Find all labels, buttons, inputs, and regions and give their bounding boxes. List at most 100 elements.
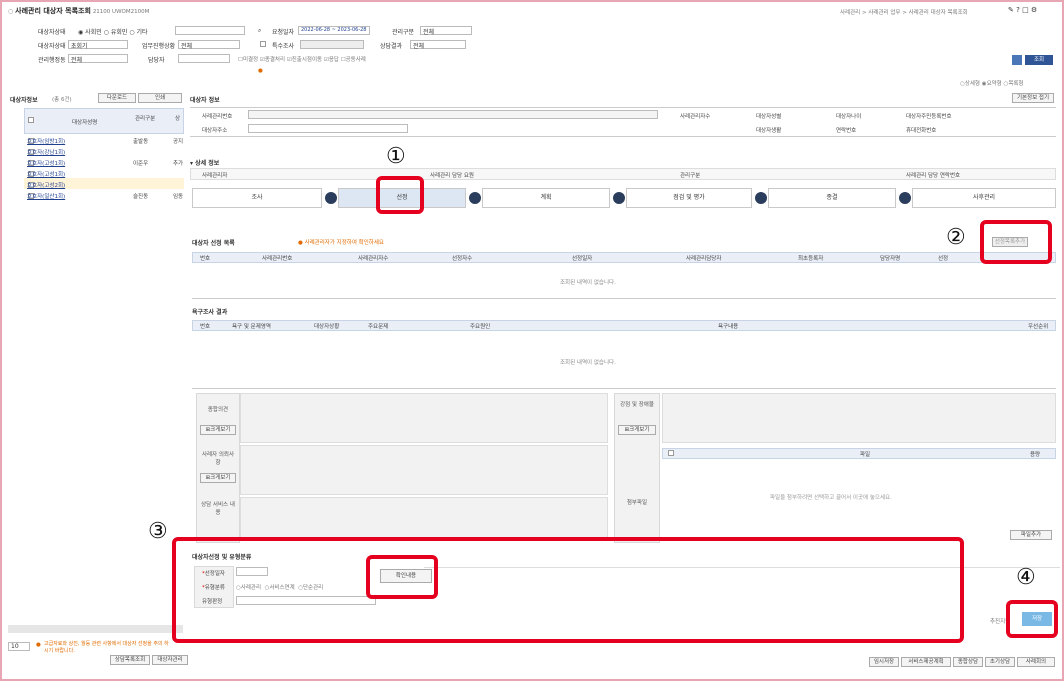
field-label: 대상자주민등록번호	[906, 114, 952, 120]
field-label: 대상자성별	[756, 114, 782, 120]
expand-icon[interactable]: ▾	[190, 160, 193, 167]
org-select[interactable]: 전체	[178, 40, 240, 50]
fold-info-button[interactable]: 기본정보 접기	[1012, 93, 1054, 103]
selection-notice: ● 사례관리자가 지정하여 확인하세요	[298, 240, 384, 246]
excel-download-button[interactable]: 다운로드	[98, 93, 136, 103]
callout-number-3: ③	[148, 519, 168, 544]
selection-empty: 조회된 내역이 없습니다.	[560, 280, 616, 286]
step-plan[interactable]: 계획	[482, 188, 610, 208]
manage-type-label: 관리구분	[392, 29, 415, 36]
sub-field-label: 관리구분	[680, 173, 701, 179]
window-code: 21100 UWOM2100M	[92, 9, 150, 15]
help-icon[interactable]: ?	[1016, 6, 1020, 14]
region-select[interactable]	[300, 40, 364, 49]
radio-icon[interactable]: ◉	[78, 29, 83, 36]
step-survey[interactable]: 조사	[192, 188, 322, 208]
expand-button[interactable]: ⊞크게보기	[200, 425, 236, 435]
table-row[interactable]: 호호자(고성2회)	[27, 181, 65, 189]
service-textarea[interactable]	[240, 497, 608, 539]
consult-select[interactable]: 전체	[410, 40, 466, 50]
col-type[interactable]: 관리구분	[135, 114, 155, 122]
left-table-header	[24, 108, 184, 134]
case-meeting-button[interactable]: 사례회의	[1017, 657, 1055, 667]
callout-number-1: ①	[386, 144, 406, 169]
row-status: 공지	[173, 139, 184, 145]
expand-button[interactable]: ⊞크게보기	[200, 473, 236, 483]
table-row[interactable]: 호호자(고성1회)	[27, 170, 65, 178]
field-label: 사례관리자수	[680, 114, 711, 120]
expand-label: 크게보기	[210, 427, 231, 433]
expand-label: 크게보기	[629, 427, 650, 433]
check-label-1: 미결정	[242, 57, 259, 63]
page-size-select[interactable]: 10	[8, 642, 30, 651]
pin-icon[interactable]: ✎	[1008, 6, 1014, 14]
request-textarea[interactable]	[240, 445, 608, 495]
callout-number-2: ②	[946, 225, 966, 250]
step-connector-icon	[899, 192, 911, 204]
col-status[interactable]: 상	[175, 114, 180, 122]
temp-save-button[interactable]: 임시저장	[869, 657, 899, 667]
form-label: 종합의견	[207, 407, 229, 413]
view-mode-radios: ○상세형 ◉요약형 ○목록형	[960, 79, 1024, 87]
add-file-button[interactable]: 파일추가	[1010, 530, 1052, 540]
attach-hint: 파일을 첨부하려면 선택하고 끌어서 이곳에 놓으세요.	[770, 495, 892, 501]
table-row[interactable]: 호호자(일산1회)	[27, 192, 65, 200]
print-button[interactable]: 인쇄	[138, 93, 182, 103]
crumb-3[interactable]: 사례관리 대상자 목록조회	[909, 10, 968, 16]
settings-icon[interactable]: ⚙	[1031, 6, 1037, 14]
col-header: 사례관리자수	[358, 256, 389, 262]
consult-list-button[interactable]: 상담목록조회	[110, 655, 150, 665]
sub-title-text: 상세 정보	[195, 160, 220, 167]
step-evaluation[interactable]: 점검 및 평가	[626, 188, 752, 208]
horizontal-scrollbar[interactable]	[8, 625, 183, 633]
manager-button[interactable]: 대상자관리	[152, 655, 188, 665]
manage-type-select[interactable]: 전체	[420, 26, 472, 36]
region-checkbox[interactable]	[260, 41, 266, 47]
expand-button[interactable]: ⊞크게보기	[618, 425, 656, 435]
name-input[interactable]	[175, 26, 245, 35]
col-name[interactable]: 대상자성명	[72, 118, 97, 126]
status-opt-2: 유회민	[110, 29, 128, 36]
table-row[interactable]: 호호자(임방1회)	[27, 137, 65, 145]
status2-select[interactable]: 초회기	[68, 40, 128, 50]
sub-field-label: 사례관리 담당 연락번호	[906, 173, 961, 179]
radio-icon[interactable]: ○	[129, 29, 134, 36]
radio-icon[interactable]: ○	[104, 29, 109, 36]
step-aftercare[interactable]: 사후관리	[912, 188, 1056, 208]
col-header: 사례관리담당자	[686, 256, 722, 262]
reg-date-label: 요청일자	[272, 29, 295, 36]
col-header: 번호	[200, 256, 211, 262]
service-plan-button[interactable]: 서비스제공계획	[901, 657, 951, 667]
strength-textarea[interactable]	[662, 393, 1056, 443]
window-controls: ✎ ? □ ⚙	[1008, 6, 1037, 14]
selection-notice-text: 사례관리자가 지정하여 확인하세요	[304, 240, 384, 246]
warning-icon: ●	[36, 642, 41, 648]
initial-consult-button[interactable]: 초기상담	[985, 657, 1015, 667]
col-header: 욕구 및 문제영역	[232, 324, 271, 330]
crumb-2[interactable]: 사례관리 업무	[868, 10, 900, 16]
summary-textarea[interactable]	[240, 393, 608, 443]
callout-box-3	[172, 537, 964, 643]
form-label: 사례자 의뢰사항	[201, 452, 235, 466]
manager-input[interactable]	[178, 54, 230, 63]
attach-col-file: 파일	[860, 452, 871, 458]
select-all-checkbox[interactable]	[28, 117, 34, 123]
settings-button[interactable]	[1012, 55, 1022, 65]
search-button[interactable]: 조회	[1025, 55, 1053, 65]
table-row[interactable]: 호호자(강남1회)	[27, 148, 65, 156]
search-icon[interactable]: ⌕	[258, 27, 261, 35]
col-header: 번호	[200, 324, 211, 330]
step-close[interactable]: 종결	[768, 188, 896, 208]
step-connector-icon	[325, 192, 337, 204]
check-label-3: 진출시점이동	[291, 57, 323, 63]
reg-date-input[interactable]: 2022-06-28 ~ 2023-06-28	[298, 26, 370, 35]
minimize-icon[interactable]: □	[1022, 6, 1029, 14]
attach-select-all[interactable]	[668, 450, 674, 456]
overall-consult-button[interactable]: 종합상담	[953, 657, 983, 667]
worker-select[interactable]: 전체	[68, 54, 128, 64]
col-header: 담당자명	[880, 256, 901, 262]
table-row[interactable]: 호호자(고성1회)	[27, 159, 65, 167]
filter-warning-icon: ●	[258, 68, 263, 74]
form-label-column	[196, 393, 240, 543]
crumb-1[interactable]: 사례관리	[840, 10, 860, 16]
